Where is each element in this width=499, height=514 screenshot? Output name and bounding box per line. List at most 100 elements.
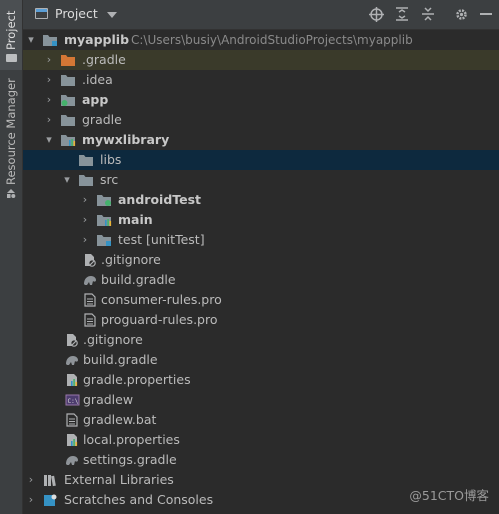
- chevron-right-icon[interactable]: ›: [25, 470, 37, 490]
- tree-row-mywxlibrary[interactable]: ▾ mywxlibrary: [23, 130, 499, 150]
- idea-label: .idea: [82, 72, 113, 87]
- library-icon: [44, 475, 56, 487]
- project-tool-tab-label: Project: [4, 10, 18, 50]
- tree-row-gradle-properties[interactable]: gradle.properties: [23, 370, 499, 390]
- chevron-right-icon[interactable]: ›: [43, 50, 55, 70]
- chevron-down-icon[interactable]: ▾: [61, 170, 73, 190]
- collapse-all-icon[interactable]: [420, 6, 436, 22]
- chevron-right-icon[interactable]: ›: [43, 110, 55, 130]
- androidtest-label: androidTest: [118, 192, 202, 207]
- folder-icon: [61, 75, 75, 86]
- project-view-icon: [35, 8, 48, 19]
- test-folder-icon: [97, 195, 111, 206]
- app-label: app: [82, 92, 109, 107]
- gradle-icon: [84, 276, 96, 285]
- tree-row-androidtest[interactable]: › androidTest: [23, 190, 499, 210]
- main-label: main: [118, 212, 153, 227]
- module-folder-icon: [43, 35, 57, 46]
- lib-gitignore-label: .gitignore: [101, 252, 161, 267]
- tree-row-settings-gradle[interactable]: settings.gradle: [23, 450, 499, 470]
- gradle-dir-label: .gradle: [82, 52, 126, 67]
- tree-row-local-properties[interactable]: local.properties: [23, 430, 499, 450]
- tree-row-gradle-dir[interactable]: › .gradle: [23, 50, 499, 70]
- gradle-icon: [66, 356, 78, 365]
- tree-row-proguard-rules[interactable]: proguard-rules.pro: [23, 310, 499, 330]
- consumer-rules-label: consumer-rules.pro: [101, 292, 222, 307]
- gear-icon[interactable]: [453, 6, 469, 22]
- project-panel-header: Project: [23, 0, 499, 30]
- tree-row-libs[interactable]: libs: [23, 150, 499, 170]
- text-file-icon: [84, 293, 96, 307]
- chevron-right-icon[interactable]: ›: [79, 230, 91, 250]
- test-label: test [unitTest]: [118, 232, 205, 247]
- chevron-down-icon[interactable]: [107, 12, 117, 18]
- gradle-icon: [66, 456, 78, 465]
- folder-icon: [79, 175, 93, 186]
- tree-row-consumer-rules[interactable]: consumer-rules.pro: [23, 290, 499, 310]
- locate-target-icon[interactable]: [368, 6, 384, 22]
- project-tree: ▾ myapplib C:\Users\busiy\AndroidStudioP…: [23, 30, 499, 514]
- tree-row-main[interactable]: › main: [23, 210, 499, 230]
- properties-file-icon: [67, 374, 78, 386]
- chevron-right-icon[interactable]: ›: [43, 70, 55, 90]
- scratches-label: Scratches and Consoles: [64, 492, 214, 507]
- ignore-file-icon: [67, 334, 78, 347]
- lib-build-gradle-label: build.gradle: [101, 272, 176, 287]
- left-tool-strip: Project Resource Manager: [0, 0, 23, 514]
- gradle-folder-label: gradle: [82, 112, 122, 127]
- tree-row-gradle-folder[interactable]: › gradle: [23, 110, 499, 130]
- svg-text:C:\: C:\: [68, 398, 79, 405]
- settings-gradle-label: settings.gradle: [83, 452, 177, 467]
- resource-manager-tab-label: Resource Manager: [4, 78, 18, 185]
- gradle-properties-label: gradle.properties: [83, 372, 191, 387]
- folder-icon: [61, 115, 75, 126]
- library-module-icon: [61, 135, 76, 146]
- root-gitignore-label: .gitignore: [83, 332, 143, 347]
- tree-row-root-build-gradle[interactable]: build.gradle: [23, 350, 499, 370]
- ignore-file-icon: [85, 254, 96, 267]
- folder-icon: [6, 54, 17, 62]
- project-view-title[interactable]: Project: [55, 6, 98, 21]
- tree-row-gradlew[interactable]: C:\ gradlew: [23, 390, 499, 410]
- scratches-icon: [44, 494, 57, 506]
- root-name: myapplib: [64, 32, 130, 47]
- excluded-folder-icon: [61, 55, 75, 66]
- tree-row-lib-gitignore[interactable]: .gitignore: [23, 250, 499, 270]
- chevron-right-icon[interactable]: ›: [25, 490, 37, 510]
- mywxlibrary-label: mywxlibrary: [82, 132, 170, 147]
- tree-row-gradlew-bat[interactable]: gradlew.bat: [23, 410, 499, 430]
- chevron-down-icon[interactable]: ▾: [43, 130, 55, 150]
- local-properties-label: local.properties: [83, 432, 180, 447]
- folder-icon: [79, 155, 93, 166]
- libs-label: libs: [100, 152, 122, 167]
- project-tool-tab[interactable]: Project: [0, 0, 22, 70]
- chevron-right-icon[interactable]: ›: [79, 210, 91, 230]
- external-libraries-label: External Libraries: [64, 472, 174, 487]
- tree-row-lib-build-gradle[interactable]: build.gradle: [23, 270, 499, 290]
- tree-row-test[interactable]: › test [unitTest]: [23, 230, 499, 250]
- chevron-right-icon[interactable]: ›: [79, 190, 91, 210]
- expand-all-icon[interactable]: [394, 6, 410, 22]
- resource-manager-tool-tab[interactable]: Resource Manager: [0, 78, 22, 205]
- text-file-icon: [84, 313, 96, 327]
- hide-panel-icon[interactable]: [478, 6, 494, 22]
- root-path: C:\Users\busiy\AndroidStudioProjects\mya…: [131, 33, 413, 47]
- gradlew-label: gradlew: [83, 392, 134, 407]
- resource-manager-icon: [7, 189, 16, 198]
- tree-row-src[interactable]: ▾ src: [23, 170, 499, 190]
- gradlew-bat-label: gradlew.bat: [83, 412, 157, 427]
- proguard-rules-label: proguard-rules.pro: [101, 312, 218, 327]
- shell-script-icon: C:\: [65, 394, 80, 406]
- android-module-icon: [61, 95, 75, 106]
- tree-row-app[interactable]: › app: [23, 90, 499, 110]
- tree-row-root-gitignore[interactable]: .gitignore: [23, 330, 499, 350]
- source-set-folder-icon: [97, 215, 112, 226]
- text-file-icon: [66, 413, 78, 427]
- tree-row-root[interactable]: ▾ myapplib C:\Users\busiy\AndroidStudioP…: [23, 30, 499, 50]
- tree-row-idea[interactable]: › .idea: [23, 70, 499, 90]
- watermark: @51CTO博客: [409, 488, 489, 503]
- chevron-right-icon[interactable]: ›: [43, 90, 55, 110]
- test-folder-icon: [97, 235, 111, 246]
- root-build-gradle-label: build.gradle: [83, 352, 158, 367]
- chevron-down-icon[interactable]: ▾: [25, 30, 37, 50]
